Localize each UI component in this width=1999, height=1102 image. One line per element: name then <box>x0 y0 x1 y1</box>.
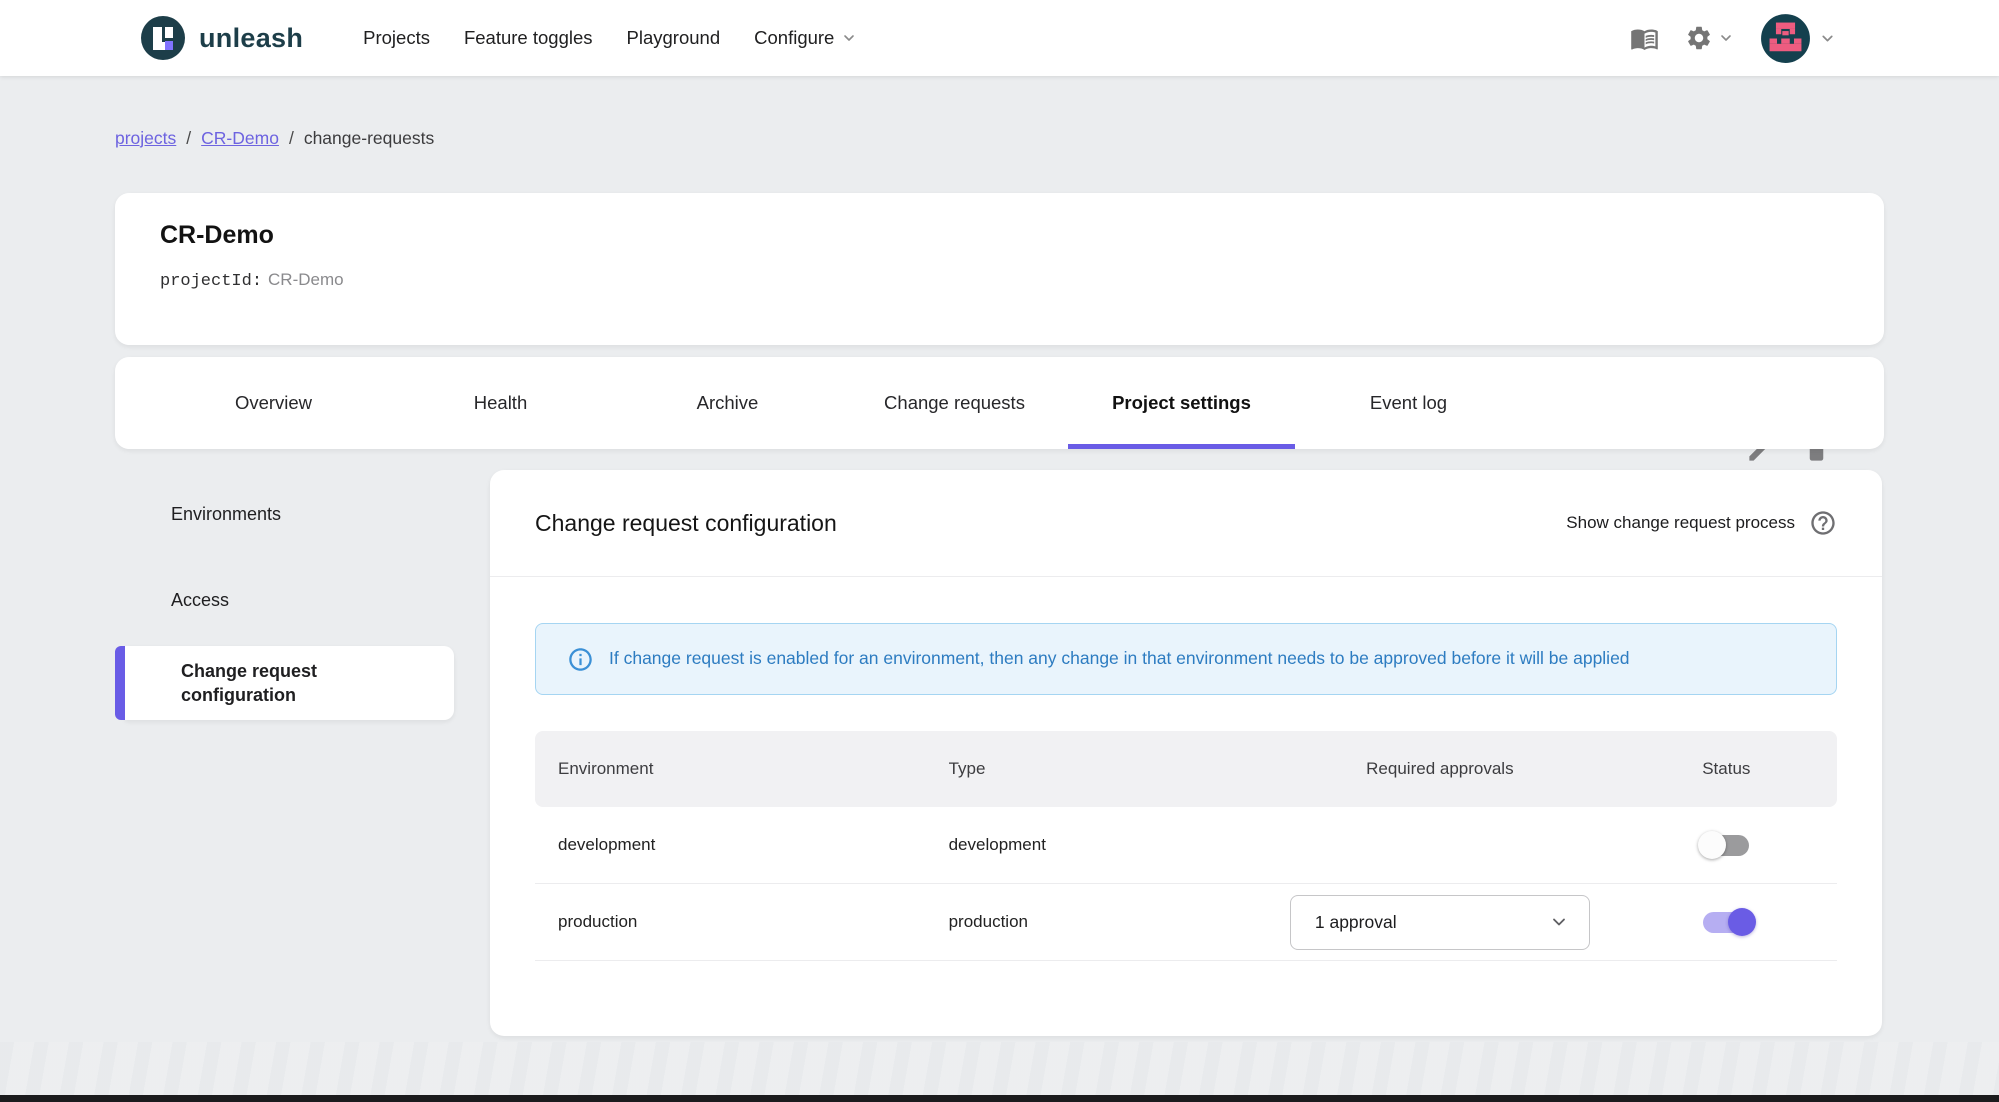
panel-title: Change request configuration <box>535 509 837 536</box>
nav-projects[interactable]: Projects <box>363 27 430 49</box>
info-icon <box>567 646 594 673</box>
project-title: CR-Demo <box>160 221 274 249</box>
environment-name: development <box>558 835 656 854</box>
environment-type: development <box>948 835 1046 854</box>
required-approvals-select[interactable]: 1 approval <box>1289 894 1590 950</box>
column-required-approvals: Required approvals <box>1366 759 1514 778</box>
breadcrumb-project-link[interactable]: CR-Demo <box>201 128 279 149</box>
environment-type: production <box>948 912 1028 931</box>
unleash-logo[interactable]: unleash <box>140 15 303 61</box>
chevron-down-icon <box>1549 912 1569 932</box>
info-alert: If change request is enabled for an envi… <box>535 623 1837 695</box>
tab-archive[interactable]: Archive <box>614 357 841 449</box>
sidebar-item-environments[interactable]: Environments <box>115 486 455 542</box>
settings-sidebar: Environments Access Change request confi… <box>115 470 455 720</box>
project-header-card: CR-Demo projectId: CR-Demo <box>115 193 1884 461</box>
breadcrumb-separator: / <box>288 128 294 148</box>
top-actions <box>1630 13 1836 64</box>
chevron-down-icon <box>1718 30 1734 46</box>
tab-change-requests[interactable]: Change requests <box>841 357 1068 449</box>
documentation-book-icon[interactable] <box>1630 24 1659 53</box>
gear-icon <box>1685 24 1713 52</box>
window-bottom-edge <box>0 1095 1999 1102</box>
info-alert-text: If change request is enabled for an envi… <box>609 648 1630 668</box>
breadcrumb: projects / CR-Demo / change-requests <box>115 128 434 149</box>
chevron-down-icon <box>1819 30 1836 47</box>
main-nav: Projects Feature toggles Playground Conf… <box>363 27 857 49</box>
change-request-toggle-development[interactable] <box>1698 831 1752 859</box>
environments-table: Environment Type Required approvals Stat… <box>535 731 1837 961</box>
help-question-icon[interactable] <box>1809 509 1837 537</box>
column-status: Status <box>1702 759 1751 778</box>
breadcrumb-current: change-requests <box>303 128 435 148</box>
background-texture-bottom <box>0 1042 1999 1096</box>
nav-configure[interactable]: Configure <box>754 27 857 49</box>
breadcrumb-separator: / <box>186 128 192 148</box>
unleash-logo-icon <box>140 15 186 61</box>
nav-feature-toggles[interactable]: Feature toggles <box>464 27 593 49</box>
tab-overview[interactable]: Overview <box>160 357 387 449</box>
change-request-configuration-panel: Change request configuration Show change… <box>490 470 1882 1036</box>
chevron-down-icon <box>841 30 857 46</box>
change-request-toggle-production[interactable] <box>1700 908 1757 936</box>
user-avatar <box>1760 13 1811 64</box>
tab-health[interactable]: Health <box>387 357 614 449</box>
breadcrumb-projects-link[interactable]: projects <box>115 128 176 149</box>
show-change-request-process-link[interactable]: Show change request process <box>1566 513 1795 533</box>
column-environment: Environment <box>558 759 654 778</box>
column-type: Type <box>948 759 986 778</box>
tab-event-log[interactable]: Event log <box>1295 357 1522 449</box>
sidebar-item-change-request-configuration[interactable]: Change request configuration <box>115 646 454 720</box>
nav-playground[interactable]: Playground <box>627 27 721 49</box>
environment-name: production <box>558 912 638 931</box>
table-header-row: Environment Type Required approvals Stat… <box>535 731 1837 807</box>
panel-header: Change request configuration Show change… <box>490 470 1882 577</box>
top-navigation-bar: unleash Projects Feature toggles Playgro… <box>0 0 1999 76</box>
app-window: unleash Projects Feature toggles Playgro… <box>0 0 1999 1102</box>
brand-name: unleash <box>199 22 304 53</box>
table-row-development: development development <box>535 807 1837 884</box>
sidebar-item-access[interactable]: Access <box>115 572 455 628</box>
tab-project-settings[interactable]: Project settings <box>1068 357 1295 449</box>
table-row-production: production production 1 approval <box>535 884 1837 961</box>
settings-gear-button[interactable] <box>1685 24 1734 52</box>
project-tabs: Overview Health Archive Change requests … <box>115 357 1884 449</box>
project-id: projectId: CR-Demo <box>160 270 344 291</box>
user-menu-button[interactable] <box>1760 13 1836 64</box>
